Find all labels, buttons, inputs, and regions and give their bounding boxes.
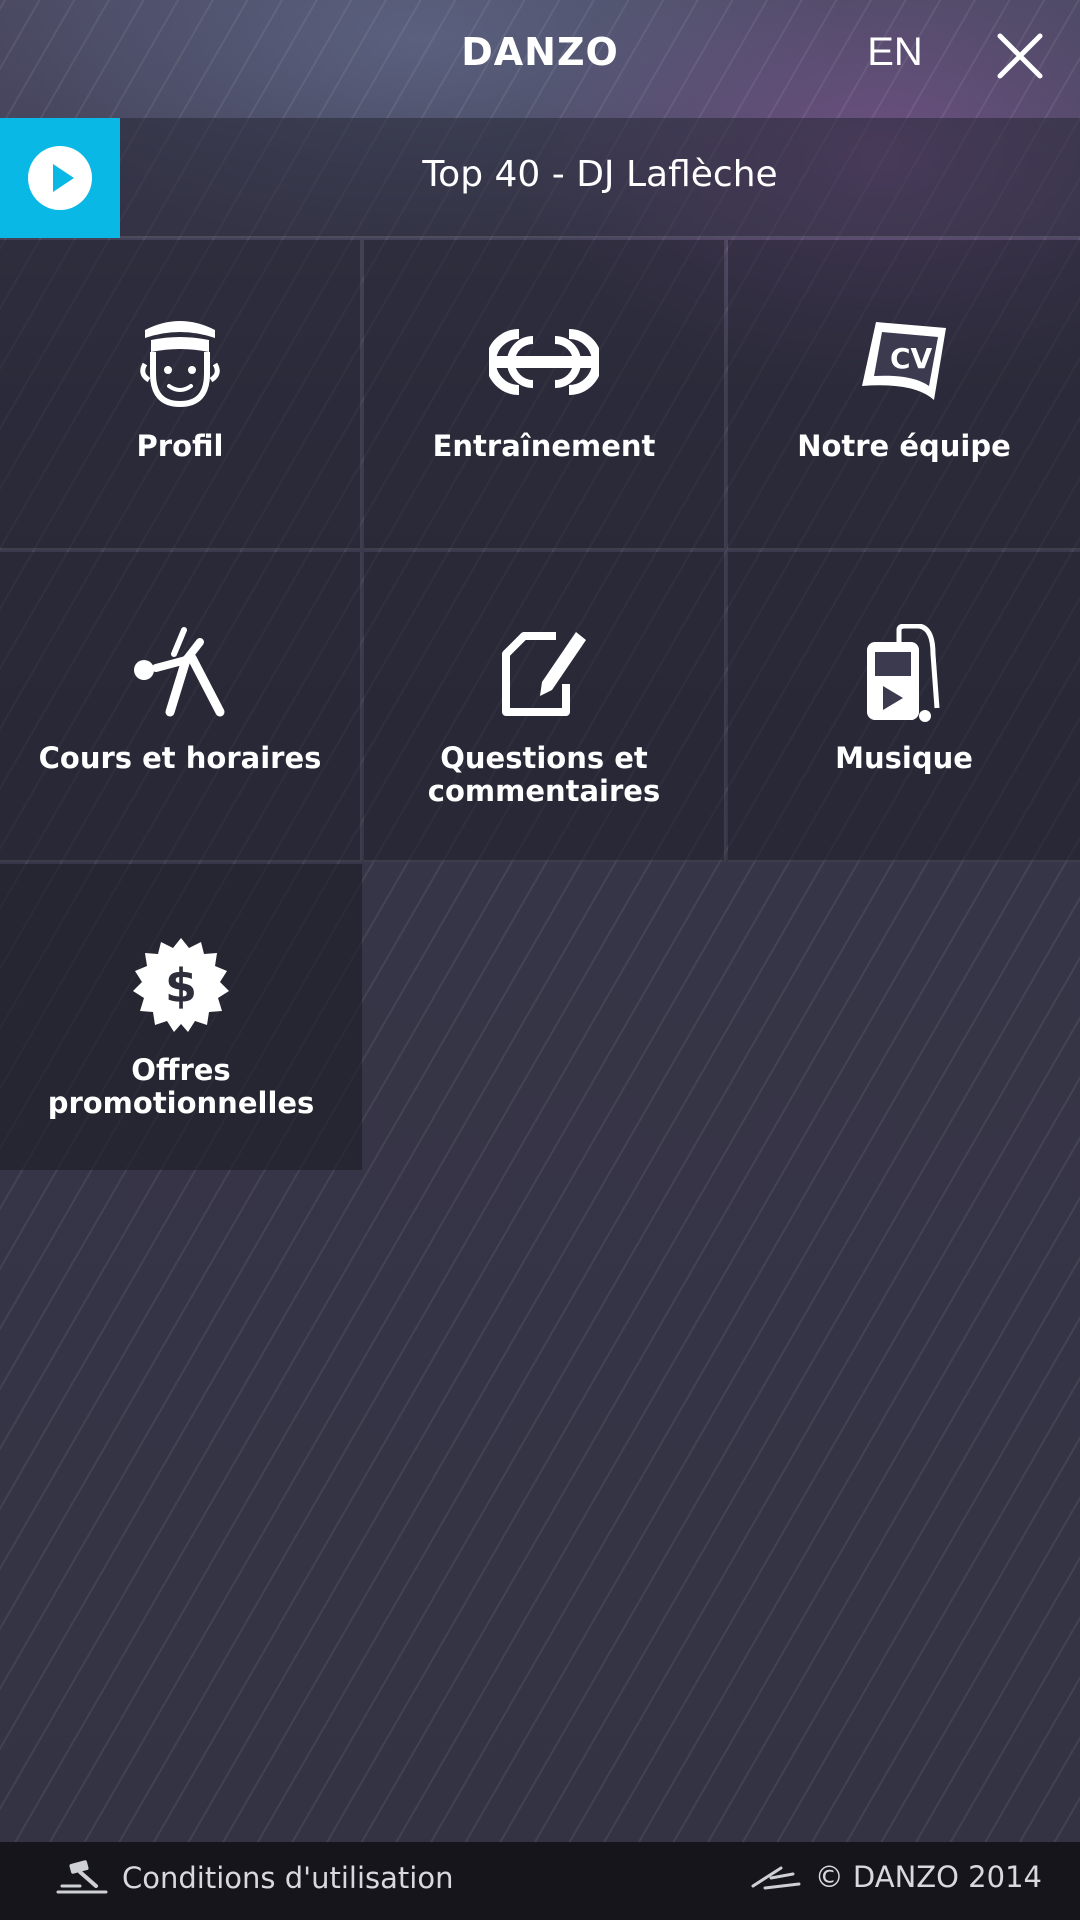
play-icon (28, 146, 92, 210)
tile-label: Cours et horaires (38, 741, 322, 775)
now-playing-bar: Top 40 - DJ Laflèche (0, 118, 1080, 238)
tile-musique[interactable]: Musique (728, 552, 1080, 862)
app-header: DANZO EN (0, 0, 1080, 116)
tile-profil[interactable]: Profil (0, 240, 362, 550)
edit-note-icon (502, 632, 586, 716)
close-icon (997, 33, 1043, 79)
tile-label: Questions et commentaires (427, 741, 661, 808)
tile-label: Notre équipe (797, 429, 1011, 463)
dollar-badge-icon: $ (133, 938, 229, 1032)
music-player-icon (867, 624, 940, 722)
terms-label: Conditions d'utilisation (122, 1861, 454, 1895)
stretching-person-icon (134, 627, 225, 717)
close-button[interactable] (994, 30, 1046, 82)
tile-label: Profil (136, 429, 224, 463)
svg-text:CV: CV (890, 342, 933, 375)
tile-cours-horaires[interactable]: Cours et horaires (0, 552, 362, 862)
cv-document-icon: CV (862, 322, 946, 400)
now-playing-title: Top 40 - DJ Laflèche (422, 154, 778, 195)
language-toggle[interactable]: EN (860, 30, 930, 75)
tile-entrainement[interactable]: Entraînement (364, 240, 726, 550)
copyright-text: © DANZO 2014 (814, 1860, 1042, 1894)
terms-link[interactable]: Conditions d'utilisation (56, 1860, 453, 1896)
tile-notre-equipe[interactable]: CV Notre équipe (728, 240, 1080, 550)
tile-questions-commentaires[interactable]: Questions et commentaires (364, 552, 726, 862)
danzo-logo-icon (751, 1866, 801, 1890)
dancer-face-icon (140, 321, 220, 408)
tile-label: Entraînement (432, 429, 656, 463)
tile-label: Musique (835, 741, 973, 775)
footer-bar: Conditions d'utilisation © DANZO 2014 (0, 1842, 1080, 1920)
dumbbell-icon (489, 329, 599, 395)
tile-label: Offres promotionnelles (47, 1053, 315, 1120)
tile-offres-promotionnelles[interactable]: $ Offres promotionnelles (0, 864, 362, 1170)
gavel-icon (56, 1860, 108, 1894)
svg-text:$: $ (165, 959, 197, 1013)
copyright: © DANZO 2014 (751, 1860, 1042, 1894)
play-button[interactable] (0, 118, 120, 238)
